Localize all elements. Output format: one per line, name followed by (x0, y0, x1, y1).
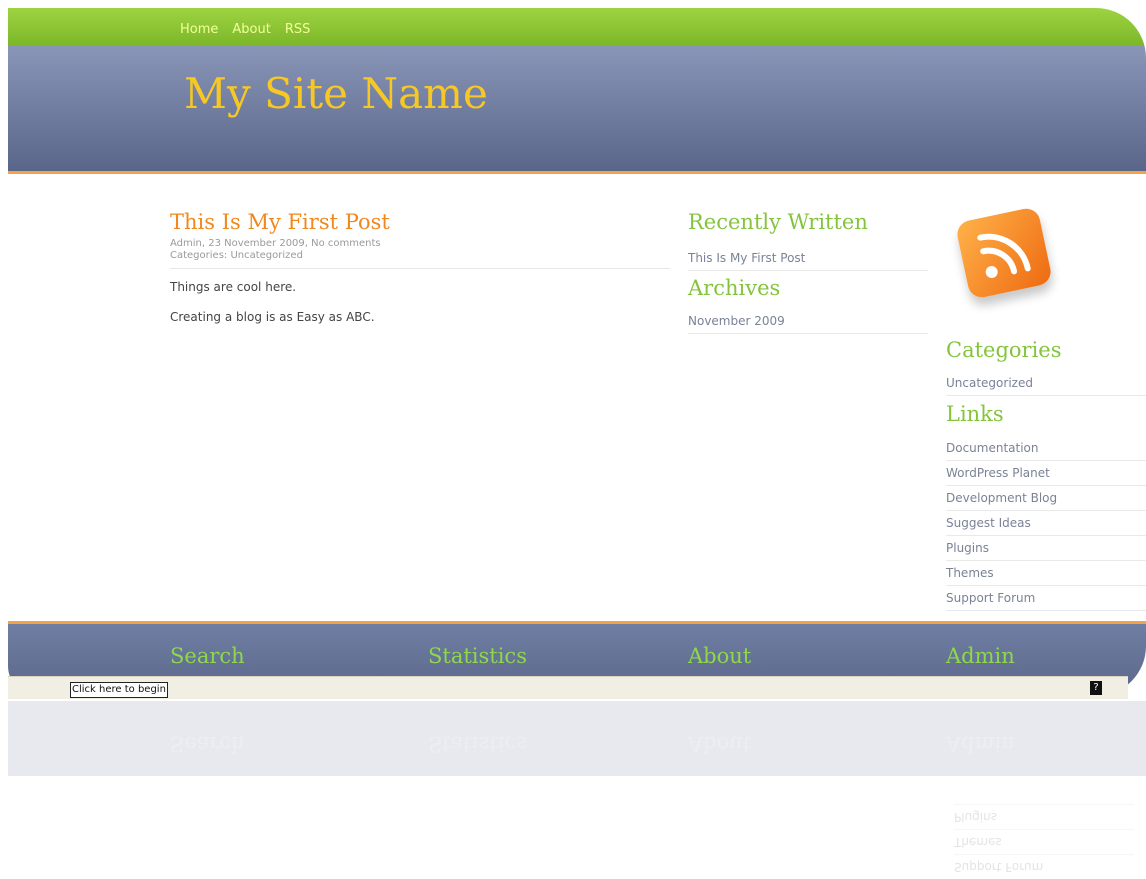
site-name[interactable]: My Site Name (184, 69, 488, 118)
reflection-link: Plugins (954, 804, 1134, 829)
archive-item[interactable]: November 2009 (688, 309, 928, 334)
recently-written-heading: Recently Written (688, 210, 868, 234)
reflection-link: Themes (954, 829, 1134, 854)
reflection-search: Search (170, 732, 245, 756)
categories-heading: Categories (946, 338, 1062, 362)
browser-frame: Home About RSS My Site Name This Is My F… (8, 8, 1146, 696)
footer-search[interactable]: Search (170, 644, 245, 668)
page-reflection: Search Statistics About Admin Support Fo… (8, 697, 1146, 879)
nav-rss[interactable]: RSS (285, 22, 311, 37)
begin-button[interactable]: Click here to begin (70, 682, 168, 698)
link-item[interactable]: Plugins (946, 536, 1146, 561)
link-item[interactable]: Support Forum (946, 586, 1146, 611)
link-item[interactable]: Development Blog (946, 486, 1146, 511)
recently-written-list: This Is My First Post (688, 246, 928, 271)
categories-list: Uncategorized (946, 371, 1146, 396)
footer-admin[interactable]: Admin (946, 644, 1015, 668)
link-item[interactable]: Themes (946, 561, 1146, 586)
footer-about[interactable]: About (688, 644, 751, 668)
category-item[interactable]: Uncategorized (946, 371, 1146, 396)
nav-home[interactable]: Home (180, 22, 218, 37)
archives-list: November 2009 (688, 309, 928, 334)
archives-heading: Archives (688, 276, 781, 300)
status-icon: ? (1090, 681, 1102, 695)
reflection-statistics: Statistics (428, 732, 527, 756)
reflection-links: Support Forum Themes Plugins (954, 804, 1134, 879)
recently-written-item[interactable]: This Is My First Post (688, 246, 928, 271)
reflection-footer: Search Statistics About Admin (8, 701, 1146, 776)
post-title[interactable]: This Is My First Post (170, 210, 390, 234)
post-meta-line: Admin, 23 November 2009, No comments (170, 238, 381, 249)
rss-icon[interactable] (954, 206, 1054, 300)
post-categories: Categories: Uncategorized (170, 250, 303, 261)
links-heading: Links (946, 402, 1004, 426)
main-content: This Is My First Post Admin, 23 November… (8, 174, 1146, 624)
post-paragraph: Creating a blog is as Easy as ABC. (170, 310, 375, 324)
site-header: My Site Name (8, 45, 1146, 174)
link-item[interactable]: Suggest Ideas (946, 511, 1146, 536)
post-meta: Admin, 23 November 2009, No comments Cat… (170, 238, 670, 269)
footer-statistics[interactable]: Statistics (428, 644, 527, 668)
links-list: Documentation WordPress Planet Developme… (946, 436, 1146, 611)
top-navigation: Home About RSS (8, 8, 1146, 45)
link-item[interactable]: Documentation (946, 436, 1146, 461)
post-body: Things are cool here. Creating a blog is… (170, 280, 375, 340)
post-paragraph: Things are cool here. (170, 280, 297, 294)
reflection-about: About (688, 732, 752, 756)
reflection-link: Support Forum (954, 854, 1134, 879)
link-item[interactable]: WordPress Planet (946, 461, 1146, 486)
status-bar: Click here to begin ? (8, 676, 1128, 699)
nav-about[interactable]: About (232, 22, 270, 37)
reflection-admin: Admin (946, 732, 1015, 756)
